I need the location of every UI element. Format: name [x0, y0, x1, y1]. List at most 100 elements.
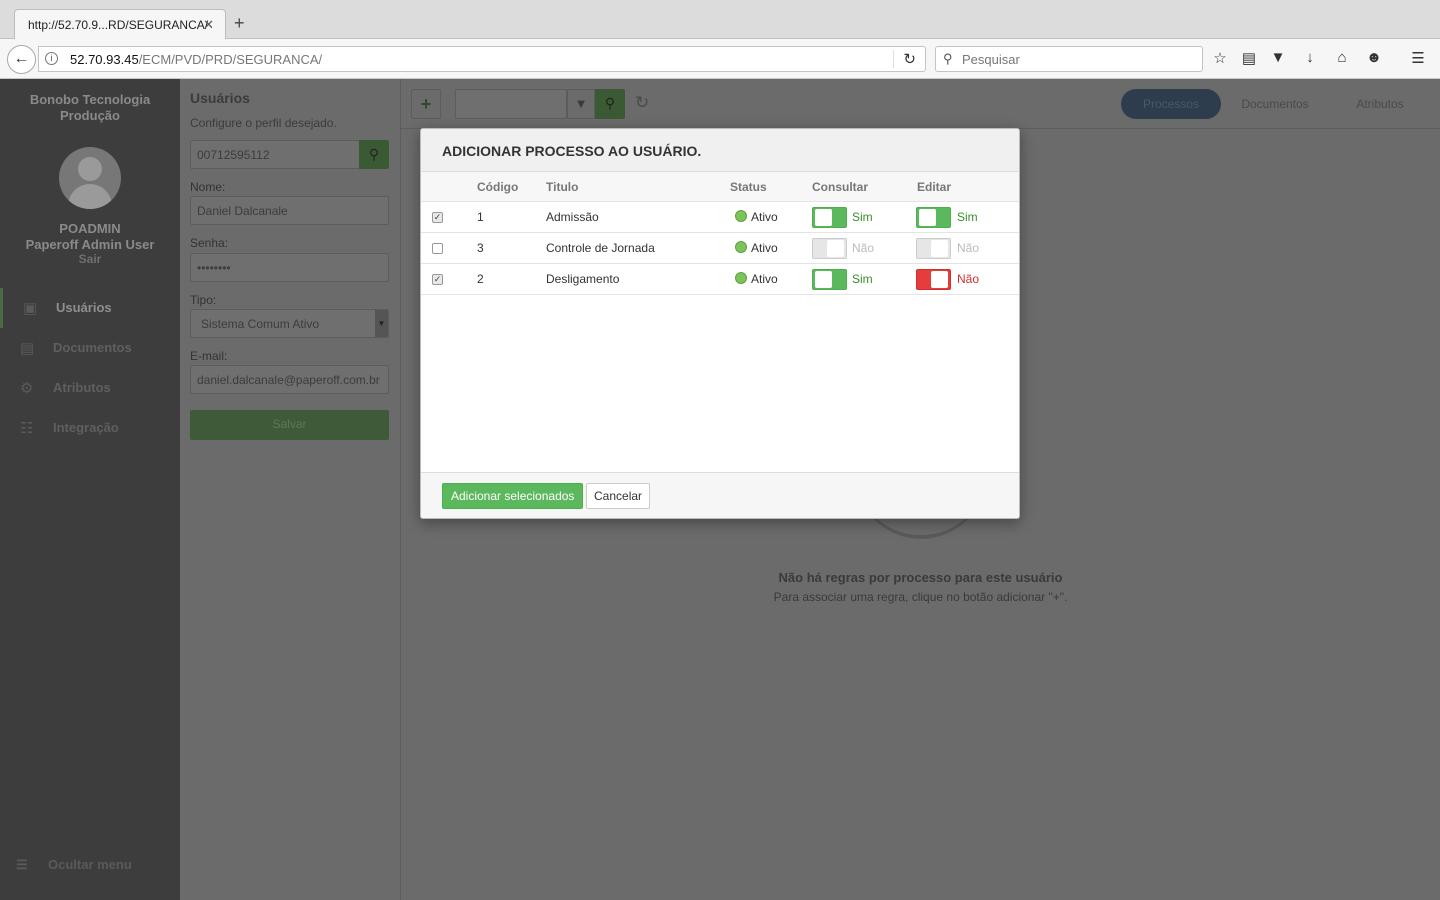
org-line-1: Bonobo Tecnologia [29, 92, 151, 107]
browser-nav-bar: ← i 52.70.93.45/ECM/PVD/PRD/SEGURANCA/ ↻… [0, 39, 1440, 79]
hide-menu-button[interactable]: ☰ Ocultar menu [16, 857, 132, 873]
search-placeholder: Pesquisar [962, 52, 1020, 67]
row-title: Desligamento [546, 272, 620, 286]
consultar-toggle[interactable] [812, 238, 847, 259]
cancel-button[interactable]: Cancelar [586, 483, 651, 509]
empty-state-title: Não há regras por processo para este usu… [778, 570, 1063, 585]
save-button[interactable]: Salvar [190, 410, 389, 440]
editar-label: Não [957, 241, 980, 255]
tab-title: http://52.70.9...RD/SEGURANCA/ [28, 18, 209, 32]
sidebar-item-atributos[interactable]: ⚙ Atributos [0, 368, 180, 408]
password-label: Senha: [190, 236, 229, 250]
table-header: Código Titulo Status Consultar Editar [421, 172, 1019, 202]
row-code: 2 [477, 272, 484, 286]
column-header-consultar: Consultar [812, 180, 869, 194]
bookmark-star-icon[interactable]: ☆ [1210, 49, 1230, 67]
reading-list-icon[interactable]: ▤ [1239, 49, 1259, 67]
password-input[interactable]: •••••••• [190, 253, 389, 282]
app-sidebar: Bonobo Tecnologia Produção POADMIN Paper… [0, 79, 180, 900]
reload-icon[interactable]: ↻ [903, 50, 916, 68]
editar-toggle[interactable] [916, 238, 951, 259]
email-label: E-mail: [190, 349, 228, 363]
filter-input[interactable] [455, 89, 567, 119]
avatar-body [68, 184, 112, 209]
row-code: 1 [477, 210, 484, 224]
table-row: 3 Controle de Jornada Ativo Não Não [421, 233, 1019, 264]
type-label: Tipo: [190, 293, 217, 307]
url-text: 52.70.93.45/ECM/PVD/PRD/SEGURANCA/ [70, 52, 322, 67]
row-checkbox[interactable]: ✓ [432, 274, 443, 285]
editar-label: Não [957, 272, 980, 286]
browser-tab[interactable]: http://52.70.9...RD/SEGURANCA/ ✕ [14, 9, 226, 40]
hamburger-menu-icon[interactable]: ☰ [1408, 49, 1428, 67]
gear-icon: ⚙ [20, 380, 34, 397]
form-subtitle: Configure o perfil desejado. [190, 116, 337, 130]
row-status: Ativo [751, 272, 778, 286]
form-title: Usuários [190, 90, 250, 106]
list-icon: ☰ [16, 857, 28, 872]
org-name: Bonobo Tecnologia Produção [0, 92, 180, 124]
table-row: ✓ 2 Desligamento Ativo Sim Não [421, 264, 1019, 295]
browser-tab-bar: http://52.70.9...RD/SEGURANCA/ ✕ + [0, 0, 1440, 40]
consultar-toggle[interactable] [812, 269, 847, 290]
url-path: /ECM/PVD/PRD/SEGURANCA/ [138, 52, 323, 67]
tab-documentos[interactable]: Documentos [1226, 89, 1324, 119]
home-icon[interactable]: ⌂ [1332, 49, 1352, 66]
cpf-input[interactable]: 00712595112 [190, 140, 360, 169]
row-code: 3 [477, 241, 484, 255]
new-tab-button[interactable]: + [234, 13, 245, 34]
row-status: Ativo [751, 210, 778, 224]
name-label: Nome: [190, 180, 226, 194]
avatar-head [78, 157, 102, 181]
toggle-knob [815, 271, 832, 288]
close-tab-icon[interactable]: ✕ [203, 17, 214, 33]
consultar-toggle[interactable] [812, 207, 847, 228]
cpf-search-button[interactable]: ⚲ [359, 140, 389, 169]
toggle-knob [919, 209, 936, 226]
search-icon: ⚲ [368, 146, 380, 162]
sidebar-item-label: Atributos [53, 380, 111, 395]
url-divider [893, 50, 894, 68]
sidebar-item-usuarios[interactable]: ▣ Usuários [0, 288, 180, 328]
info-icon[interactable]: i [45, 52, 58, 65]
column-header-titulo: Titulo [546, 180, 579, 194]
hide-menu-label: Ocultar menu [48, 857, 132, 872]
tab-atributos[interactable]: Atributos [1331, 89, 1429, 119]
refresh-icon[interactable]: ↻ [635, 93, 649, 113]
main-toolbar: + ▼ ⚲ ↻ Processos Documentos Atributos [401, 79, 1440, 129]
address-bar[interactable]: i 52.70.93.45/ECM/PVD/PRD/SEGURANCA/ ↻ [38, 46, 926, 72]
tab-processos[interactable]: Processos [1121, 89, 1221, 119]
editar-label: Sim [957, 210, 978, 224]
emoji-icon[interactable]: ☻ [1364, 49, 1384, 66]
row-checkbox[interactable] [432, 243, 443, 254]
status-dot-icon [735, 272, 747, 284]
scroll-icon: ☷ [20, 420, 34, 437]
name-input[interactable]: Daniel Dalcanale [190, 196, 389, 225]
sidebar-item-documentos[interactable]: ▤ Documentos [0, 328, 180, 368]
user-form-panel: Usuários Configure o perfil desejado. 00… [180, 79, 401, 900]
user-login: POADMIN [59, 221, 121, 236]
logout-link[interactable]: Sair [0, 252, 180, 266]
download-icon[interactable]: ↓ [1300, 49, 1320, 66]
add-rule-button[interactable]: + [411, 89, 441, 119]
editar-toggle[interactable] [916, 269, 951, 290]
row-title: Controle de Jornada [546, 241, 655, 255]
search-button[interactable]: ⚲ [595, 89, 625, 119]
filter-icon[interactable]: ▼ [567, 89, 595, 119]
avatar [59, 147, 121, 209]
type-select[interactable]: Sistema Comum Ativo ▼ [190, 309, 389, 338]
row-title: Admissão [546, 210, 599, 224]
modal-header: ADICIONAR PROCESSO AO USUÁRIO. [421, 129, 1019, 172]
add-selected-button[interactable]: Adicionar selecionados [442, 483, 584, 509]
email-input[interactable]: daniel.dalcanale@paperoff.com.br [190, 365, 389, 394]
sidebar-item-integracao[interactable]: ☷ Integração [0, 408, 180, 448]
empty-state-subtitle: Para associar uma regra, clique no botão… [773, 590, 1068, 604]
pocket-icon[interactable]: ▼ [1268, 49, 1288, 66]
back-button[interactable]: ← [7, 45, 36, 74]
table-row: ✓ 1 Admissão Ativo Sim Sim [421, 202, 1019, 233]
row-checkbox[interactable]: ✓ [432, 212, 443, 223]
toggle-knob [827, 240, 844, 257]
url-host: 52.70.93.45 [70, 52, 139, 67]
browser-search-input[interactable]: ⚲ Pesquisar [935, 46, 1203, 72]
editar-toggle[interactable] [916, 207, 951, 228]
